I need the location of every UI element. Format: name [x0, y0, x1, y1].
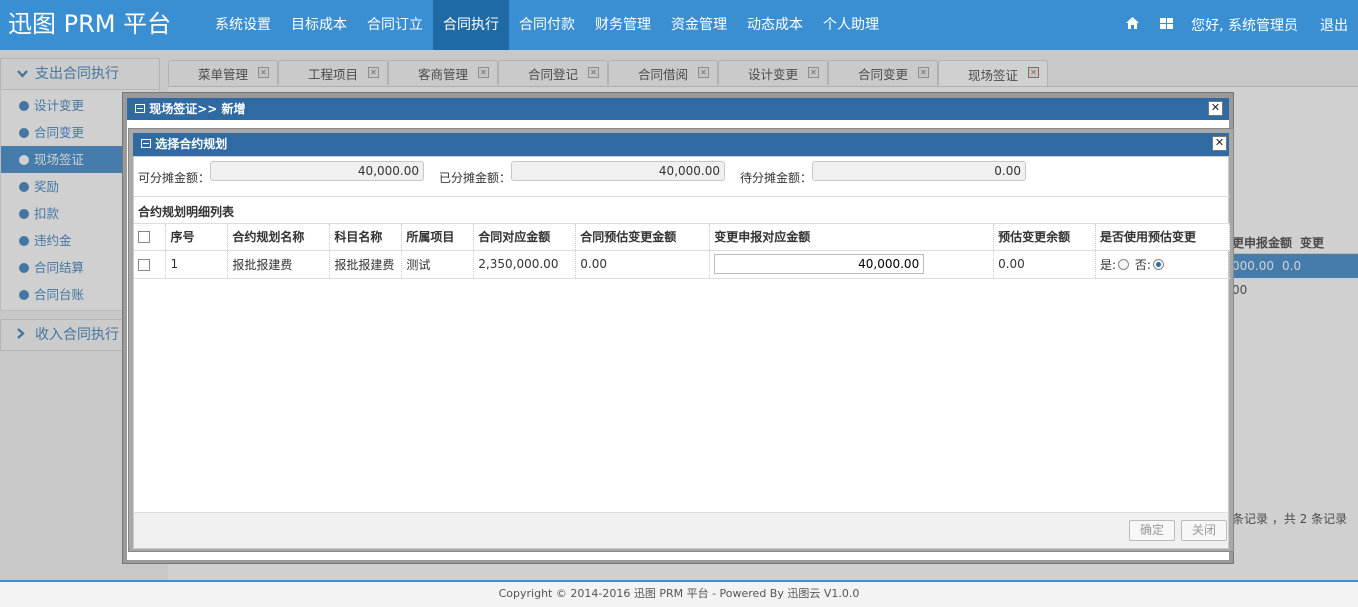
- allocated-amount-field: 40,000.00: [511, 161, 725, 181]
- nav-dynamic-cost[interactable]: 动态成本: [737, 0, 813, 50]
- logout-link[interactable]: 退出: [1310, 15, 1358, 35]
- available-amount-field: 40,000.00: [210, 161, 424, 181]
- col-project[interactable]: 所属项目: [401, 224, 475, 251]
- grid-header-row: 序号 合约规划名称 科目名称 所属项目 合同对应金额 合同预估变更金额 变更申报…: [134, 224, 1230, 251]
- nav-contract-payment[interactable]: 合同付款: [509, 0, 585, 50]
- col-declared-amount[interactable]: 变更申报对应金额: [709, 224, 995, 251]
- top-nav: 系统设置 目标成本 合同订立 合同执行 合同付款 财务管理 资金管理 动态成本 …: [205, 0, 889, 50]
- close-dialog-button[interactable]: ✕: [1212, 136, 1227, 151]
- dialog-titlebar: 选择合约规划: [133, 133, 1229, 156]
- nav-finance[interactable]: 财务管理: [585, 0, 661, 50]
- nav-target-cost[interactable]: 目标成本: [281, 0, 357, 50]
- dialog-button-bar: 确定 关闭: [134, 512, 1228, 548]
- use-estimate-yes-radio[interactable]: [1118, 258, 1130, 270]
- user-greeting: 您好, 系统管理员: [1191, 18, 1298, 34]
- dialog-title: 选择合约规划: [155, 137, 228, 151]
- col-plan-name[interactable]: 合约规划名称: [227, 224, 331, 251]
- dialog-title: 现场签证>> 新增: [149, 102, 246, 116]
- row-checkbox[interactable]: [134, 250, 167, 279]
- confirm-button[interactable]: 确定: [1129, 520, 1175, 541]
- grid-title: 合约规划明细列表: [138, 205, 235, 219]
- nav-contract-execution[interactable]: 合同执行: [433, 0, 509, 50]
- grid-icon[interactable]: [1149, 17, 1183, 33]
- nav-system-settings[interactable]: 系统设置: [205, 0, 281, 50]
- top-header: 迅图 PRM 平台 系统设置 目标成本 合同订立 合同执行 合同付款 财务管理 …: [0, 0, 1358, 50]
- amount-summary: 可分摊金额： 40,000.00 已分摊金额： 40,000.00 待分摊金额：…: [134, 157, 1230, 197]
- col-est-change[interactable]: 合同预估变更金额: [575, 224, 711, 251]
- col-contract-amount[interactable]: 合同对应金额: [473, 224, 577, 251]
- home-icon[interactable]: [1115, 17, 1149, 33]
- pending-amount-label: 待分摊金额：: [740, 171, 813, 185]
- select-contract-plan-dialog: 选择合约规划 ✕ 可分摊金额： 40,000.00 已分摊金额： 40,000.…: [128, 128, 1234, 552]
- close-dialog-button[interactable]: ✕: [1208, 101, 1223, 116]
- nav-personal-assistant[interactable]: 个人助理: [813, 0, 889, 50]
- declared-amount-input[interactable]: [714, 254, 925, 274]
- contract-plan-grid: 序号 合约规划名称 科目名称 所属项目 合同对应金额 合同预估变更金额 变更申报…: [134, 223, 1230, 513]
- footer: Copyright © 2014-2016 迅图 PRM 平台 - Powere…: [0, 580, 1358, 607]
- use-estimate-no-radio[interactable]: [1152, 258, 1164, 270]
- table-row[interactable]: 1 报批报建费 报批报建费 测试 2,350,000.00 0.00 0.00 …: [134, 250, 1230, 279]
- col-use-estimate[interactable]: 是否使用预估变更: [1095, 224, 1230, 251]
- nav-funds[interactable]: 资金管理: [661, 0, 737, 50]
- pending-amount-field: 0.00: [812, 161, 1026, 181]
- allocated-amount-label: 已分摊金额：: [439, 171, 512, 185]
- window-icon: [135, 102, 149, 116]
- brand-logo: 迅图 PRM 平台: [8, 10, 172, 38]
- header-right: 您好, 系统管理员 退出: [1115, 0, 1358, 50]
- nav-contract-signing[interactable]: 合同订立: [357, 0, 433, 50]
- window-icon: [141, 137, 155, 151]
- col-no[interactable]: 序号: [165, 224, 229, 251]
- available-amount-label: 可分摊金额：: [138, 171, 211, 185]
- dialog-titlebar: 现场签证>> 新增: [127, 98, 1229, 120]
- col-subject[interactable]: 科目名称: [329, 224, 403, 251]
- select-all-checkbox[interactable]: [134, 224, 167, 251]
- dialog-panel: 可分摊金额： 40,000.00 已分摊金额： 40,000.00 待分摊金额：…: [133, 156, 1230, 549]
- col-est-balance[interactable]: 预估变更余额: [993, 224, 1097, 251]
- close-button[interactable]: 关闭: [1181, 520, 1227, 541]
